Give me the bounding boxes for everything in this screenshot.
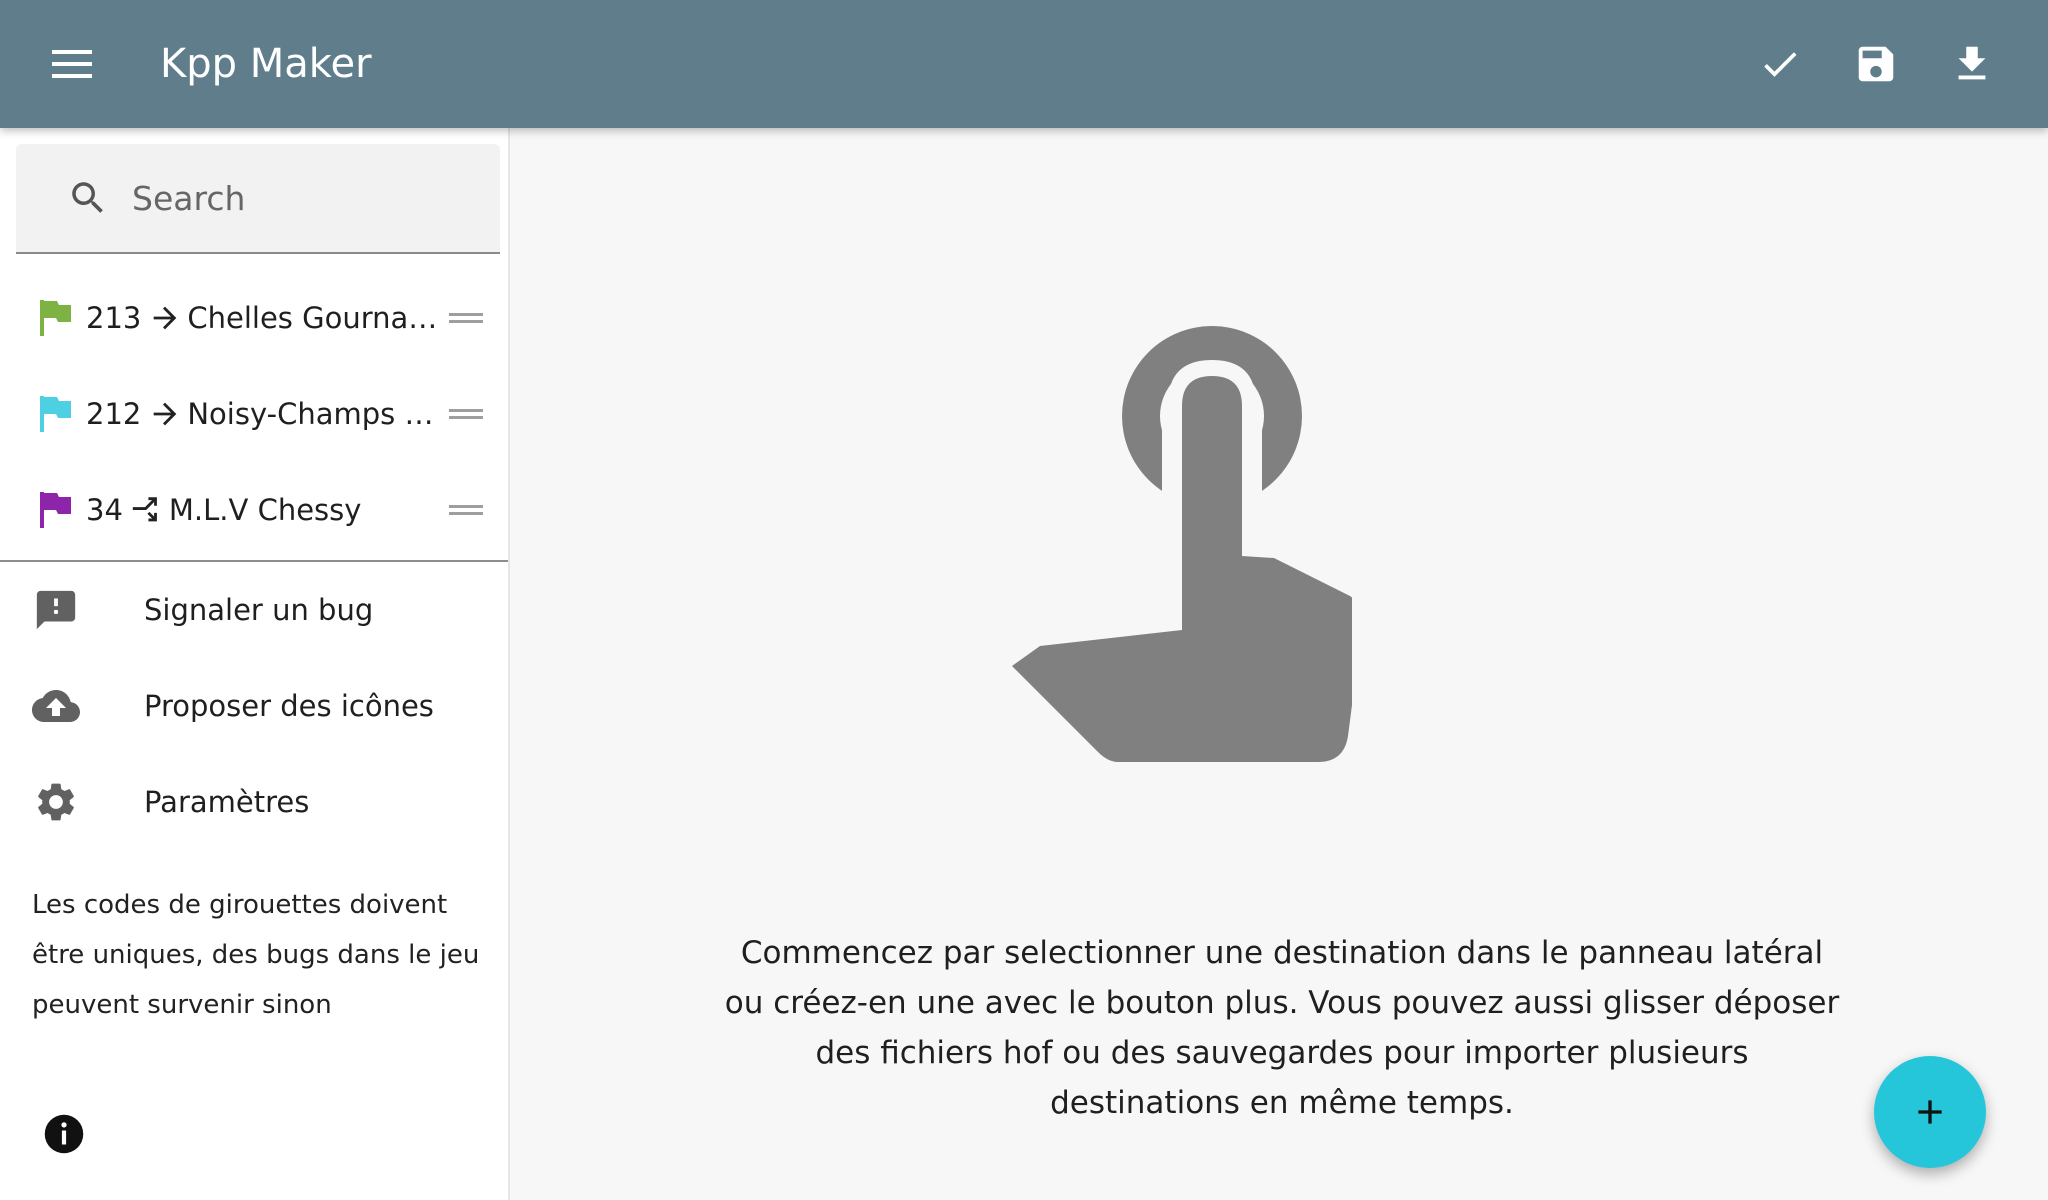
destination-item[interactable]: 213 Chelles Gournay Gare bbox=[0, 270, 508, 366]
destination-list: 213 Chelles Gournay Gare 2 bbox=[0, 270, 508, 558]
menu-button[interactable] bbox=[36, 32, 108, 96]
propose-icons-item[interactable]: Proposer des icônes bbox=[0, 658, 508, 754]
drag-handle-icon[interactable] bbox=[448, 400, 484, 428]
empty-state-hint: Commencez par selectionner une destinati… bbox=[724, 935, 1840, 1121]
info-button[interactable] bbox=[42, 1112, 86, 1156]
settings-icon bbox=[32, 778, 80, 826]
add-icon bbox=[1918, 1100, 1942, 1124]
download-button[interactable] bbox=[1924, 16, 2020, 112]
sidebar-menu: Signaler un bug Proposer des icônes Para… bbox=[0, 562, 508, 850]
destination-item[interactable]: 212 Noisy-Champs RER bbox=[0, 366, 508, 462]
drag-handle-icon[interactable] bbox=[448, 496, 484, 524]
search-icon bbox=[66, 176, 110, 220]
validate-button[interactable] bbox=[1732, 16, 1828, 112]
destination-name: M.L.V Chessy bbox=[168, 493, 362, 527]
main-content: Commencez par selectionner une destinati… bbox=[512, 128, 2048, 1200]
destination-code: 212 bbox=[86, 397, 142, 431]
search-box[interactable] bbox=[16, 144, 500, 254]
destination-code: 213 bbox=[86, 301, 142, 335]
app-title: Kpp Maker bbox=[160, 41, 372, 87]
search-input[interactable] bbox=[130, 177, 470, 219]
sidebar: 213 Chelles Gournay Gare 2 bbox=[0, 128, 510, 1200]
toolbar-actions bbox=[1732, 0, 2020, 128]
arrow-right-icon bbox=[147, 300, 183, 336]
cloud-upload-icon bbox=[32, 682, 80, 730]
check-icon bbox=[1764, 52, 1797, 77]
report-bug-icon bbox=[32, 586, 80, 634]
add-destination-button[interactable] bbox=[1874, 1056, 1986, 1168]
save-icon bbox=[1858, 46, 1894, 82]
uniqueness-note: Les codes de girouettes doivent être uni… bbox=[32, 890, 480, 1020]
flag-icon bbox=[40, 300, 72, 336]
arrow-right-icon bbox=[147, 396, 183, 432]
menu-label: Proposer des icônes bbox=[144, 689, 434, 723]
flag-icon bbox=[40, 492, 72, 528]
menu-label: Paramètres bbox=[144, 785, 310, 819]
touch-app-icon bbox=[1012, 326, 1352, 762]
menu-icon bbox=[52, 50, 92, 78]
app-bar: Kpp Maker bbox=[0, 0, 2048, 128]
destination-item[interactable]: 34 M.L.V Chessy bbox=[0, 462, 508, 558]
report-bug-item[interactable]: Signaler un bug bbox=[0, 562, 508, 658]
settings-item[interactable]: Paramètres bbox=[0, 754, 508, 850]
destination-code: 34 bbox=[86, 493, 123, 527]
flag-icon bbox=[40, 396, 72, 432]
shuffle-icon bbox=[129, 492, 165, 528]
drag-handle-icon[interactable] bbox=[448, 304, 484, 332]
download-icon bbox=[1958, 46, 1986, 80]
menu-label: Signaler un bug bbox=[144, 593, 374, 627]
destination-name: Noisy-Champs RER bbox=[187, 397, 438, 431]
save-button[interactable] bbox=[1828, 16, 1924, 112]
destination-name: Chelles Gournay Gare bbox=[187, 301, 437, 335]
info-icon bbox=[44, 1114, 84, 1154]
